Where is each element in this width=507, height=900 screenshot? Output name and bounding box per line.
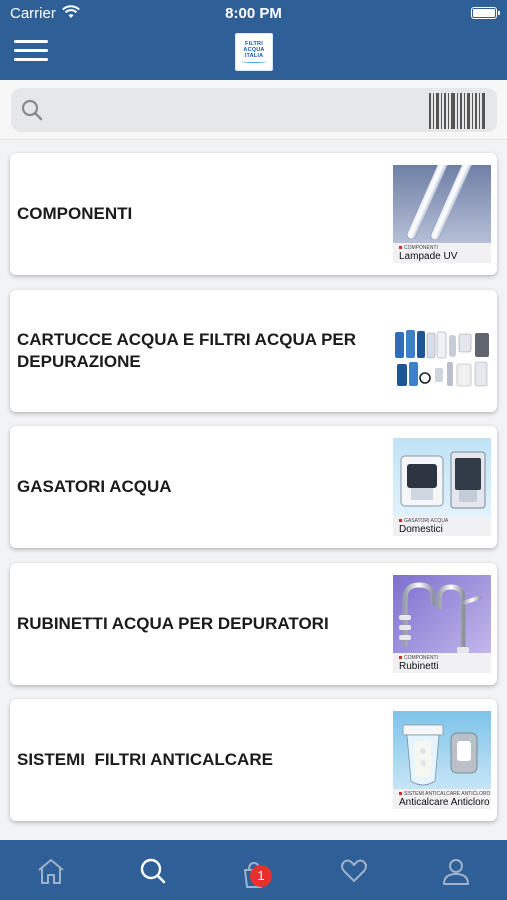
category-image-anti-scale: SISTEMI ANTICALCARE ANTICLORO Anticalcar… [393, 711, 491, 809]
brand-logo[interactable]: FILTRI ACQUA ITALIA [235, 33, 273, 71]
category-card-gasatori[interactable]: GASATORI ACQUA GASATORI ACQUA Domestici [10, 426, 497, 548]
category-image-faucets: COMPONENTI Rubinetti [393, 575, 491, 673]
category-title: RUBINETTI ACQUA PER DEPURATORI [17, 614, 329, 633]
logo-wave [241, 60, 267, 63]
home-icon[interactable] [33, 856, 69, 886]
image-caption: COMPONENTI Lampade UV [393, 243, 491, 263]
category-image-carbonators: GASATORI ACQUA Domestici [393, 438, 491, 536]
logo-text-3: ITALIA [244, 53, 264, 59]
cart-badge: 1 [250, 865, 272, 887]
image-caption-text: Anticalcare Anticloro [399, 797, 490, 808]
category-image-filter-cartridges [393, 302, 491, 400]
category-image-uv-lamps: COMPONENTI Lampade UV [393, 165, 491, 263]
tab-bar: 1 [0, 840, 507, 900]
image-caption-text: Lampade UV [399, 251, 458, 262]
hamburger-icon[interactable] [14, 38, 48, 64]
category-title: SISTEMI FILTRI ANTICALCARE [17, 750, 273, 769]
category-list: COMPONENTI COMPONENTI Lampade UV CARTUCC… [0, 141, 507, 840]
image-caption: SISTEMI ANTICALCARE ANTICLORO Anticalcar… [393, 789, 491, 809]
status-bar: Carrier 8:00 PM [0, 0, 507, 28]
category-title: COMPONENTI [17, 204, 133, 223]
search-input[interactable] [55, 88, 425, 132]
heart-icon[interactable] [336, 856, 372, 886]
category-title: CARTUCCE ACQUA E FILTRI ACQUA PER DEPURA… [17, 330, 357, 371]
search-area [0, 80, 507, 140]
search-icon[interactable] [135, 856, 171, 886]
user-icon[interactable] [438, 856, 474, 886]
search-bar[interactable] [11, 88, 497, 132]
category-card-anticalcare[interactable]: SISTEMI FILTRI ANTICALCARE SISTEMI ANTIC… [10, 699, 497, 821]
battery-icon [471, 7, 500, 19]
image-caption: GASATORI ACQUA Domestici [393, 516, 491, 536]
category-card-cartucce[interactable]: CARTUCCE ACQUA E FILTRI ACQUA PER DEPURA… [10, 290, 497, 412]
barcode-scanner-icon[interactable] [429, 93, 485, 129]
image-caption: COMPONENTI Rubinetti [393, 653, 491, 673]
status-time: 8:00 PM [225, 5, 282, 22]
image-caption-text: Rubinetti [399, 661, 439, 672]
category-card-rubinetti[interactable]: RUBINETTI ACQUA PER DEPURATORI COMPONENT… [10, 563, 497, 685]
app-header: Carrier 8:00 PM FILTRI ACQUA ITALIA [0, 0, 507, 80]
category-title: GASATORI ACQUA [17, 477, 172, 496]
category-card-componenti[interactable]: COMPONENTI COMPONENTI Lampade UV [10, 153, 497, 275]
search-icon [21, 99, 43, 121]
image-caption-text: Domestici [399, 524, 443, 535]
